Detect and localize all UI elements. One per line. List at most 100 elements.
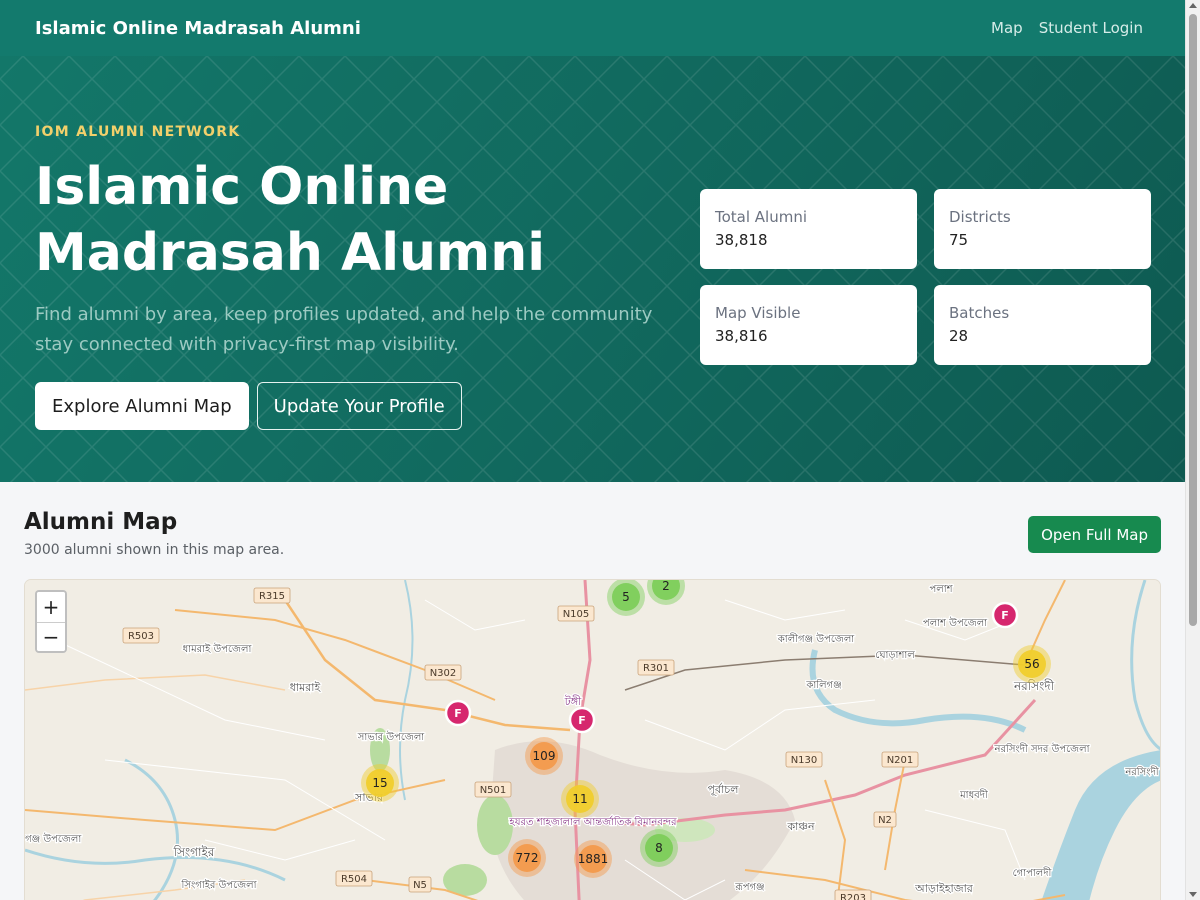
- cluster-marker[interactable]: 772: [508, 839, 546, 877]
- svg-text:F: F: [578, 714, 586, 727]
- zoom-in-button[interactable]: +: [37, 592, 65, 622]
- stat-card-batches: Batches 28: [934, 285, 1151, 365]
- place-label: পলাশ: [929, 584, 953, 595]
- hero-section: IOM ALUMNI NETWORK Islamic Online Madras…: [0, 56, 1185, 482]
- map-park: [477, 795, 513, 855]
- svg-text:F: F: [454, 707, 462, 720]
- scrollbar-thumb[interactable]: [1189, 14, 1197, 626]
- place-label: রূপগঞ্জ: [734, 882, 764, 893]
- cluster-marker[interactable]: 1881: [574, 840, 612, 878]
- open-full-map-button[interactable]: Open Full Map: [1028, 516, 1161, 553]
- hero-eyebrow: IOM ALUMNI NETWORK: [35, 124, 241, 140]
- place-label: কাঞ্চন: [786, 820, 814, 833]
- place-label: মাধবদী: [959, 788, 988, 801]
- svg-text:N2: N2: [878, 815, 892, 826]
- place-label: হযরত শাহজালাল আন্তর্জাতিক বিমানবন্দর: [509, 816, 677, 828]
- road-label: R504: [335, 870, 373, 887]
- place-label: কালিগঞ্জ: [805, 679, 841, 691]
- nav-links: Map Student Login: [991, 19, 1143, 37]
- zoom-control: + −: [35, 590, 67, 653]
- navbar: Islamic Online Madrasah Alumni Map Stude…: [0, 0, 1185, 56]
- hero-buttons: Explore Alumni Map Update Your Profile: [35, 382, 675, 431]
- stat-value: 38,818: [715, 231, 768, 249]
- place-label: কেরানীগঞ্জ উপজেলা: [25, 832, 82, 845]
- scroll-down-arrow-icon[interactable]: [1189, 892, 1197, 897]
- stat-value: 75: [949, 231, 969, 249]
- zoom-out-button[interactable]: −: [37, 621, 65, 651]
- svg-text:R504: R504: [341, 874, 367, 885]
- svg-text:N5: N5: [413, 880, 427, 891]
- stat-value: 28: [949, 327, 969, 345]
- place-label: পলাশ উপজেলা: [923, 616, 988, 629]
- hero-content: IOM ALUMNI NETWORK Islamic Online Madras…: [35, 124, 675, 431]
- profile-pin-marker[interactable]: F: [991, 601, 1019, 629]
- explore-map-button[interactable]: Explore Alumni Map: [35, 382, 249, 431]
- road-label: R301: [637, 659, 675, 676]
- map-canvas[interactable]: R315 R503 N105 N302 R301 N501 N130 N201 N2 R504 N5…: [25, 580, 1161, 900]
- hero-subtitle: Find alumni by area, keep profiles updat…: [35, 304, 653, 356]
- place-label: নরসিংদী সদর উপজেলা: [994, 742, 1091, 755]
- stat-label: Districts: [949, 208, 1011, 226]
- place-label: ধামরাই: [290, 681, 322, 694]
- place-label: ধামরাই উপজেলা: [183, 642, 253, 655]
- svg-text:5: 5: [622, 590, 630, 604]
- place-label: গোপালদী: [1013, 866, 1052, 879]
- road-label: N501: [474, 781, 512, 798]
- svg-text:8: 8: [655, 841, 663, 855]
- stat-label: Total Alumni: [715, 208, 808, 226]
- svg-text:R203: R203: [840, 893, 866, 900]
- profile-pin-marker[interactable]: F: [444, 699, 472, 727]
- svg-text:R301: R301: [643, 663, 669, 674]
- svg-text:R315: R315: [259, 591, 285, 602]
- alumni-map-section: Alumni Map 3000 alumni shown in this map…: [24, 482, 1161, 900]
- road-label: N2: [873, 811, 897, 828]
- road-label: N5: [408, 876, 432, 893]
- svg-text:F: F: [1001, 609, 1009, 622]
- svg-text:N201: N201: [887, 755, 914, 766]
- nav-link-map[interactable]: Map: [991, 19, 1023, 37]
- place-label: নরসিংদী: [1124, 765, 1158, 778]
- hero-title-line1: Islamic Online: [35, 157, 449, 217]
- page-scrollbar[interactable]: [1185, 0, 1200, 900]
- cluster-marker[interactable]: 56: [1013, 645, 1051, 683]
- place-label: সিংগাইর: [173, 845, 215, 859]
- stat-card-districts: Districts 75: [934, 189, 1151, 269]
- place-label: টঙ্গী: [564, 695, 582, 708]
- alumni-map[interactable]: R315 R503 N105 N302 R301 N501 N130 N201 N2 R504 N5…: [24, 579, 1161, 900]
- cluster-marker[interactable]: 15: [361, 764, 399, 802]
- place-label: সিংগাইর উপজেলা: [181, 878, 258, 891]
- map-title: Alumni Map: [24, 509, 178, 535]
- svg-text:772: 772: [516, 851, 539, 865]
- scroll-up-arrow-icon[interactable]: [1189, 3, 1197, 8]
- road-label: N302: [424, 664, 462, 681]
- stat-label: Map Visible: [715, 304, 801, 322]
- place-label: পূর্বাচল: [708, 783, 740, 796]
- svg-text:1881: 1881: [578, 852, 609, 866]
- place-label: ঘোড়াশাল: [875, 650, 915, 661]
- cluster-marker[interactable]: 109: [525, 737, 563, 775]
- brand-title[interactable]: Islamic Online Madrasah Alumni: [35, 18, 361, 39]
- svg-text:11: 11: [572, 792, 587, 806]
- svg-text:N105: N105: [563, 609, 590, 620]
- road-label: R503: [122, 627, 160, 644]
- hero-title: Islamic Online Madrasah Alumni: [35, 154, 675, 286]
- road-label: N130: [785, 751, 823, 768]
- stats-grid: Total Alumni 38,818 Districts 75 Map Vis…: [700, 189, 1151, 365]
- svg-text:15: 15: [372, 776, 387, 790]
- nav-link-student-login[interactable]: Student Login: [1039, 19, 1143, 37]
- profile-pin-marker[interactable]: F: [568, 706, 596, 734]
- road-label: R203: [834, 889, 872, 900]
- update-profile-button[interactable]: Update Your Profile: [256, 382, 462, 431]
- road-label: N105: [557, 605, 595, 622]
- map-header: Alumni Map 3000 alumni shown in this map…: [24, 482, 1161, 579]
- road-label: R315: [253, 587, 291, 604]
- stat-card-total-alumni: Total Alumni 38,818: [700, 189, 917, 269]
- place-label: আড়াইহাজার: [914, 882, 974, 895]
- cluster-marker[interactable]: 11: [561, 780, 599, 818]
- map-count-text: 3000 alumni shown in this map area.: [24, 542, 285, 558]
- svg-text:N501: N501: [480, 785, 507, 796]
- page: Islamic Online Madrasah Alumni Map Stude…: [0, 0, 1185, 900]
- cluster-marker[interactable]: 8: [640, 829, 678, 867]
- stat-value: 38,816: [715, 327, 768, 345]
- svg-text:56: 56: [1024, 657, 1039, 671]
